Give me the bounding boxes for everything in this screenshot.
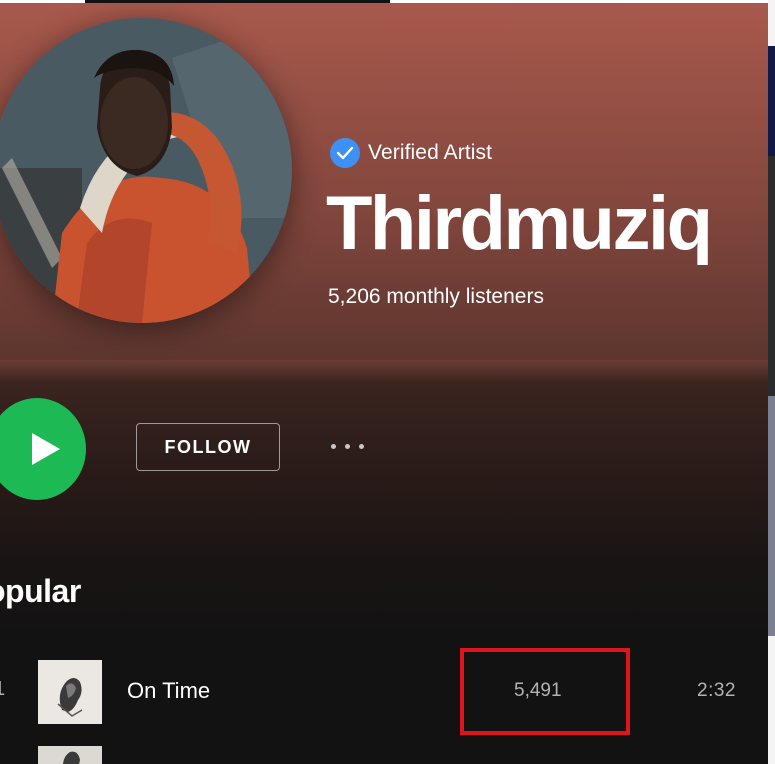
more-options-icon	[330, 443, 336, 449]
verified-artist-badge: Verified Artist	[330, 138, 492, 168]
track-title[interactable]: On Time	[127, 678, 210, 704]
verified-badge-icon	[330, 138, 360, 168]
artist-name: Thirdmuziq	[326, 181, 713, 266]
track-artwork	[38, 660, 102, 724]
follow-button[interactable]: FOLLOW	[136, 423, 280, 471]
artist-avatar	[0, 18, 292, 323]
play-button[interactable]	[0, 398, 86, 500]
popular-section-heading: opular	[0, 573, 81, 609]
monthly-listeners: 5,206 monthly listeners	[328, 285, 544, 308]
track-number: 1	[0, 678, 5, 701]
track-artwork-next	[38, 746, 102, 764]
annotation-highlight-box	[460, 648, 630, 735]
play-icon	[32, 433, 60, 465]
artist-page: Verified Artist Thirdmuziq 5,206 monthly…	[0, 3, 768, 764]
track-row[interactable]: 1 On Time 5,491 2:32	[0, 658, 768, 726]
background-window-edge	[768, 0, 775, 764]
track-duration: 2:32	[697, 680, 736, 701]
more-options-button[interactable]	[322, 431, 372, 461]
verified-artist-label: Verified Artist	[368, 141, 493, 164]
